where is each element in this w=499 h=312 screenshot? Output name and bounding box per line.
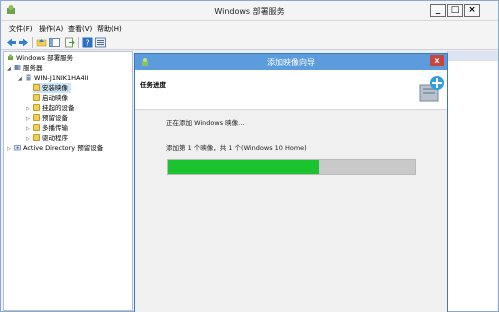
collapse-arrow-icon[interactable]: ◢ [18, 74, 25, 84]
menu-bar: 文件(F) 操作(A) 查看(V) 帮助(H) [1, 21, 498, 35]
tree-item-label: Windows 部署服务 [16, 54, 74, 62]
export-list-icon[interactable] [64, 37, 75, 48]
tree-item-server[interactable]: ◢ WIN-J1NIK1HA4II [18, 73, 88, 83]
add-image-wizard-dialog: 添加映像向导 x 任务进度 正在添加 Windows 映像... 添加第 1 个… [134, 53, 448, 312]
menu-file[interactable]: 文件(F) [9, 24, 33, 34]
tree-item-drivers[interactable]: ▷ 驱动程序 [26, 133, 68, 143]
maximize-button[interactable]: □ [447, 4, 463, 17]
dialog-title-bar: 添加映像向导 x [135, 54, 447, 70]
minimize-button[interactable]: _ [430, 4, 446, 17]
actions-pane [447, 51, 498, 311]
dialog-close-button[interactable]: x [430, 55, 444, 66]
toolbar-separator [32, 37, 33, 48]
menu-help[interactable]: 帮助(H) [97, 24, 122, 34]
folder-icon [33, 124, 40, 131]
section-title: 任务进度 [140, 81, 166, 89]
progress-fill [168, 160, 319, 174]
tree-item-label: 启动映像 [42, 94, 68, 102]
status-text: 正在添加 Windows 映像... [166, 119, 245, 127]
tree-item-pending-devices[interactable]: ▷ 挂起的设备 [26, 103, 75, 113]
help-icon[interactable]: ? [82, 37, 93, 48]
menu-action[interactable]: 操作(A) [39, 24, 63, 34]
tree-item-windows-deployment-services[interactable]: Windows 部署服务 [7, 53, 73, 63]
tree-item-label: 挂起的设备 [42, 104, 75, 112]
expand-arrow-icon[interactable]: ▷ [7, 144, 14, 154]
folder-icon [33, 114, 40, 121]
menu-view[interactable]: 查看(V) [68, 24, 92, 34]
deployment-services-icon [8, 54, 13, 60]
window-title: Windows 部署服务 [214, 7, 285, 16]
tree-item-label: 多播传输 [42, 124, 68, 132]
active-directory-icon [14, 145, 21, 151]
tree-item-label: 预留设备 [42, 114, 68, 122]
toolbar: ? [1, 35, 498, 50]
title-bar: Windows 部署服务 _ □ × [1, 1, 498, 21]
progress-detail-text: 添加第 1 个映像，共 1 个(Windows 10 Home) [166, 144, 307, 152]
toolbar-separator [78, 37, 79, 48]
back-icon[interactable] [6, 37, 17, 48]
navigation-tree: Windows 部署服务 ◢ 服务器 ◢ WIN-J1NIK1HA4II 安装映像 … [3, 51, 133, 311]
folder-icon [33, 94, 40, 101]
tree-item-prestaged-devices[interactable]: ▷ 预留设备 [26, 113, 68, 123]
tree-item-servers[interactable]: ◢ 服务器 [7, 63, 43, 73]
show-hide-tree-icon[interactable] [49, 37, 60, 48]
folder-icon [33, 104, 40, 111]
folder-icon [33, 134, 40, 141]
folder-icon [33, 84, 40, 91]
main-window: Windows 部署服务 _ □ × 文件(F) 操作(A) 查看(V) 帮助(… [0, 0, 499, 312]
dialog-title: 添加映像向导 [267, 58, 315, 67]
add-image-wizard-icon [419, 76, 444, 102]
tree-item-multicast-transmissions[interactable]: ▷ 多播传输 [26, 123, 68, 133]
close-window-button[interactable]: × [464, 4, 480, 17]
collapse-arrow-icon[interactable]: ◢ [7, 64, 14, 74]
progress-bar [167, 159, 416, 175]
properties-icon[interactable] [95, 37, 106, 48]
svg-text:?: ? [85, 39, 89, 48]
server-group-icon [14, 65, 21, 70]
tree-item-label: 服务器 [23, 64, 43, 72]
actions-pane-header [448, 51, 498, 61]
tree-item-active-directory-prestaged[interactable]: ▷ Active Directory 预留设备 [7, 143, 103, 153]
tree-item-label: 驱动程序 [42, 134, 68, 142]
tree-item-label: Active Directory 预留设备 [23, 144, 104, 152]
dialog-header: 任务进度 [135, 70, 447, 110]
folder-up-icon[interactable] [36, 37, 47, 48]
tree-item-boot-images[interactable]: 启动映像 [33, 93, 68, 103]
tree-item-label: 安装映像 [42, 84, 68, 92]
server-icon [26, 74, 31, 81]
tree-item-label: WIN-J1NIK1HA4II [34, 74, 89, 82]
tree-item-install-images[interactable]: 安装映像 [33, 83, 71, 93]
dialog-body: 正在添加 Windows 映像... 添加第 1 个映像，共 1 个(Windo… [135, 110, 447, 312]
forward-icon[interactable] [18, 37, 29, 48]
